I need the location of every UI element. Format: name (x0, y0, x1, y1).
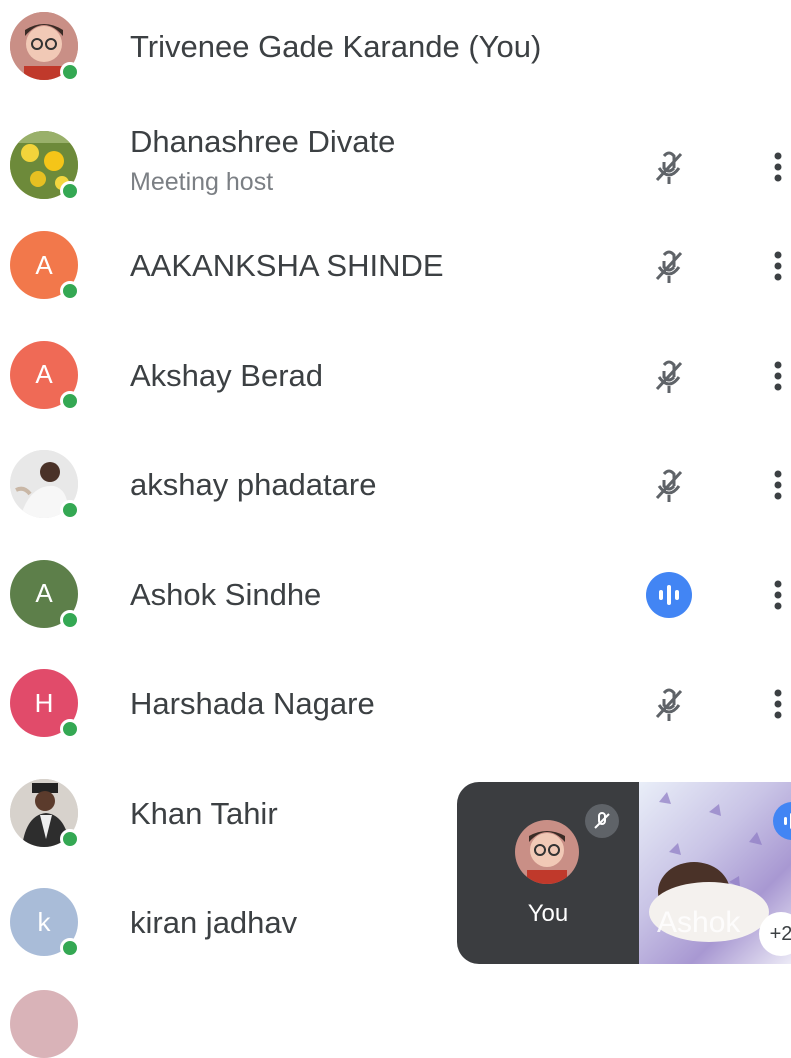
self-mic-off-icon (585, 804, 619, 838)
participant-name: Khan Tahir (130, 795, 278, 831)
participant-row[interactable]: H Harshada Nagare (0, 657, 791, 757)
participant-row[interactable]: akshay phadatare (0, 438, 791, 538)
online-status-dot (60, 609, 80, 630)
more-options-icon[interactable] (770, 462, 786, 508)
participant-row[interactable]: A AAKANKSHA SHINDE (0, 219, 791, 319)
participant-avatar (10, 450, 80, 520)
online-status-dot (60, 938, 80, 958)
participant-avatar (10, 778, 80, 849)
participant-name: akshay phadatare (130, 467, 377, 502)
self-label: You (527, 900, 569, 927)
participant-row[interactable]: A Akshay Berad (0, 329, 791, 429)
more-options-icon[interactable] (770, 572, 786, 618)
more-options-icon[interactable] (770, 681, 786, 727)
participant-avatar: A (10, 340, 80, 411)
participant-name: Harshada Nagare (130, 686, 375, 721)
online-status-dot (60, 719, 80, 739)
remote-label: Ashok (657, 906, 741, 939)
self-tile[interactable]: You (457, 782, 639, 964)
participant-avatar: k (10, 888, 80, 958)
participant-row[interactable]: Trivenee Gade Karande (You) (0, 0, 791, 100)
participant-avatar (10, 12, 80, 82)
online-status-dot (60, 828, 80, 849)
participant-avatar: A (10, 231, 80, 301)
online-status-dot (60, 180, 80, 201)
participant-name: Akshay Berad (130, 357, 323, 393)
more-options-icon[interactable] (770, 353, 786, 399)
more-options-icon[interactable] (770, 243, 786, 289)
remote-speaking-icon (773, 802, 791, 840)
online-status-dot (60, 281, 80, 301)
self-avatar (515, 820, 579, 884)
mic-off-icon (646, 353, 692, 399)
mic-off-icon (646, 243, 692, 289)
self-view-pip[interactable]: You Ashok +2 (457, 782, 791, 964)
participant-avatar: A (10, 559, 80, 630)
participant-avatar-partial (10, 990, 78, 1058)
online-status-dot (60, 500, 80, 520)
mic-off-icon (646, 681, 692, 727)
mic-off-icon (646, 144, 692, 190)
participant-avatar: H (10, 669, 80, 739)
more-options-icon[interactable] (770, 144, 786, 190)
online-status-dot (60, 62, 80, 82)
participant-name: Dhanashree Divate (130, 123, 396, 159)
participant-role: Meeting host (130, 167, 274, 196)
participant-name: kiran jadhav (130, 905, 298, 940)
participant-avatar (10, 130, 80, 201)
speaking-indicator-icon (646, 571, 692, 618)
participant-name: Ashok Sindhe (130, 576, 322, 612)
participant-row[interactable]: A Ashok Sindhe (0, 548, 791, 648)
online-status-dot (60, 390, 80, 411)
mic-off-icon (646, 462, 692, 508)
participant-name: AAKANKSHA SHINDE (130, 248, 444, 283)
participant-name: Trivenee Gade Karande (You) (130, 29, 542, 64)
participant-row[interactable]: Dhanashree Divate Meeting host (0, 110, 791, 210)
